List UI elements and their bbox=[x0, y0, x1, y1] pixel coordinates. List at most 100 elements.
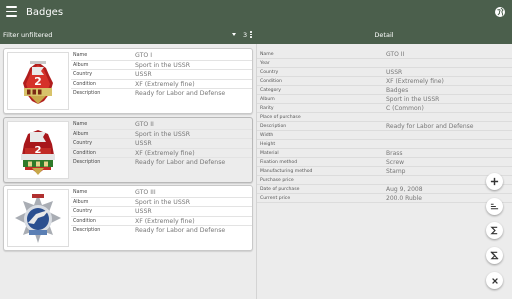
field-label: Condition bbox=[73, 150, 96, 156]
detail-row: Category Badges bbox=[257, 86, 512, 95]
field-value: Sport in the USSR bbox=[135, 130, 190, 138]
field-label: Name bbox=[73, 190, 88, 195]
detail-label: Place of purchase bbox=[260, 115, 301, 121]
detail-value: 200.0 Ruble bbox=[386, 195, 422, 203]
sort-button[interactable] bbox=[486, 198, 503, 215]
detail-label: Height bbox=[260, 142, 276, 148]
detail-label: Country bbox=[260, 70, 279, 76]
chevron-down-icon[interactable] bbox=[232, 33, 236, 36]
detail-value: Aug 9, 2008 bbox=[386, 186, 423, 194]
detail-label: Purchase price bbox=[260, 178, 294, 184]
badge-image: 2 bbox=[7, 121, 69, 179]
close-icon bbox=[491, 277, 498, 284]
detail-value: C (Common) bbox=[386, 105, 424, 113]
detail-label: Manufacturing method bbox=[260, 169, 313, 175]
field-label: Name bbox=[73, 53, 88, 58]
filter-label: Filter bbox=[3, 31, 20, 39]
field-value: GTO II bbox=[135, 121, 154, 128]
detail-row: Height bbox=[257, 140, 512, 149]
sort-icon bbox=[490, 203, 499, 210]
detail-row: Album Sport in the USSR bbox=[257, 95, 512, 104]
field-label: Album bbox=[73, 199, 89, 205]
clear-sort-button[interactable] bbox=[486, 247, 503, 264]
badge-image bbox=[7, 189, 69, 247]
detail-label: Date of purchase bbox=[260, 187, 300, 193]
sum-button[interactable] bbox=[486, 222, 503, 239]
field-value: USSR bbox=[135, 71, 152, 79]
detail-value: Badges bbox=[386, 87, 409, 95]
menu-icon[interactable] bbox=[6, 6, 17, 18]
svg-text:2: 2 bbox=[34, 75, 42, 88]
detail-value: GTO II bbox=[386, 51, 405, 59]
detail-row: Description Ready for Labor and Defense bbox=[257, 122, 512, 131]
field-label: Description bbox=[73, 228, 101, 234]
sum-icon bbox=[490, 226, 498, 235]
overflow-menu-icon[interactable] bbox=[250, 31, 252, 39]
detail-label: Category bbox=[260, 88, 281, 94]
detail-value: Ready for Labor and Defense bbox=[386, 123, 474, 131]
item-count: 3 bbox=[243, 31, 248, 39]
detail-label: Width bbox=[260, 133, 274, 139]
item-list: 2 Name GTO I Album Sport in the USSR Count… bbox=[0, 44, 256, 299]
globe-icon[interactable] bbox=[494, 6, 506, 18]
detail-row: Fixation method Screw bbox=[257, 158, 512, 167]
field-label: Condition bbox=[73, 218, 96, 224]
detail-value: Screw bbox=[386, 159, 405, 167]
field-value: USSR bbox=[135, 140, 152, 148]
field-value: Ready for Labor and Defense bbox=[135, 159, 226, 167]
field-value: GTO III bbox=[135, 189, 156, 196]
detail-label: Material bbox=[260, 151, 279, 157]
detail-row: Material Brass bbox=[257, 149, 512, 158]
detail-row: Manufacturing method Stamp bbox=[257, 167, 512, 176]
detail-label: Name bbox=[260, 52, 274, 58]
detail-label: Condition bbox=[260, 79, 282, 85]
detail-label: Album bbox=[260, 97, 275, 103]
field-label: Description bbox=[73, 160, 101, 166]
field-label: Country bbox=[73, 209, 93, 215]
field-value: USSR bbox=[135, 208, 152, 216]
detail-value: USSR bbox=[386, 69, 403, 77]
detail-title: Detail bbox=[374, 31, 394, 39]
detail-row: Width bbox=[257, 131, 512, 140]
detail-value: Brass bbox=[386, 150, 403, 158]
add-icon bbox=[490, 177, 499, 186]
field-rows: Name GTO II Album Sport in the USSR Countr… bbox=[71, 120, 252, 168]
clear-sort-icon bbox=[490, 251, 499, 260]
detail-row: Purchase price bbox=[257, 176, 512, 185]
list-item[interactable]: 2 Name GTO II Album Sport in the USSR Coun… bbox=[3, 117, 253, 183]
field-label: Country bbox=[73, 72, 93, 78]
field-label: Name bbox=[73, 122, 88, 127]
list-item[interactable]: 2 Name GTO I Album Sport in the USSR Count… bbox=[3, 48, 253, 114]
detail-row: Date of purchase Aug 9, 2008 bbox=[257, 185, 512, 194]
badge-image: 2 bbox=[7, 52, 69, 110]
field-label: Album bbox=[73, 131, 89, 137]
detail-label: Current price bbox=[260, 196, 291, 202]
detail-value: XF (Extremely fine) bbox=[386, 78, 444, 86]
list-item[interactable]: Name GTO III Album Sport in the USSR Count… bbox=[3, 185, 253, 251]
add-button[interactable] bbox=[486, 173, 503, 190]
field-value: GTO I bbox=[135, 52, 153, 59]
detail-value: Sport in the USSR bbox=[386, 96, 440, 104]
field-rows: Name GTO I Album Sport in the USSR Country… bbox=[71, 51, 252, 99]
detail-label: Fixation method bbox=[260, 160, 298, 166]
close-button[interactable] bbox=[486, 272, 503, 289]
detail-row: Year bbox=[257, 59, 512, 68]
detail-row: Place of purchase bbox=[257, 113, 512, 122]
detail-pane: Name GTO II Year Country USSR Condition XF … bbox=[257, 44, 512, 299]
detail-label: Description bbox=[260, 124, 287, 130]
field-value: Ready for Labor and Defense bbox=[135, 90, 226, 98]
field-value: Ready for Labor and Defense bbox=[135, 227, 226, 235]
detail-row: Name GTO II bbox=[257, 50, 512, 59]
field-value: Sport in the USSR bbox=[135, 61, 190, 69]
detail-header: Detail bbox=[256, 26, 512, 44]
detail-row: Condition XF (Extremely fine) bbox=[257, 77, 512, 86]
filter-dropdown[interactable]: unfiltered bbox=[21, 31, 52, 39]
field-label: Country bbox=[73, 141, 93, 147]
field-label: Album bbox=[73, 62, 89, 68]
field-value: XF (Extremely fine) bbox=[135, 80, 195, 88]
detail-label: Rarity bbox=[260, 106, 274, 112]
detail-row: Country USSR bbox=[257, 68, 512, 77]
detail-row: Current price 200.0 Ruble bbox=[257, 194, 512, 203]
app-title: Badges bbox=[26, 7, 64, 18]
app-bar: Badges bbox=[0, 0, 512, 26]
